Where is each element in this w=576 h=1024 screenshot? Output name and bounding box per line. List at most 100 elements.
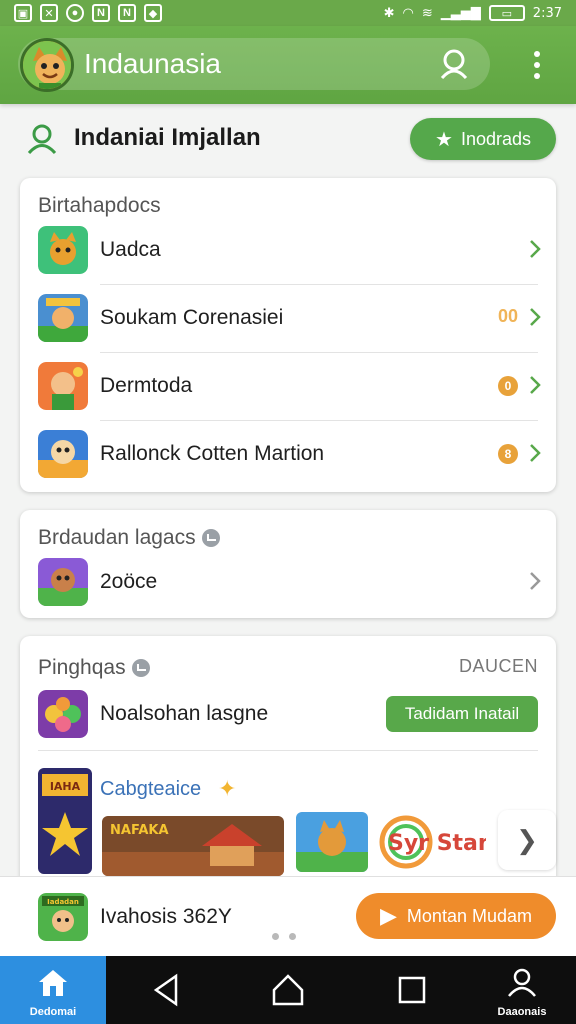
- item-label: Noalsohan lasgne: [100, 702, 269, 725]
- clock-icon: [201, 529, 220, 548]
- banner-text: NAFAKA: [110, 823, 169, 838]
- coin-badge: 0: [498, 376, 518, 396]
- card-title: Brdaudan lagacs: [38, 526, 220, 550]
- pagination-dots: [272, 933, 296, 940]
- promo-banner-tile[interactable]: NAFAKA: [102, 816, 284, 876]
- promo-poster-tile[interactable]: IAHA: [38, 768, 92, 874]
- circle-icon: ●: [66, 4, 84, 22]
- list-item[interactable]: 2oöce: [20, 548, 556, 616]
- status-left-icons: ▣ ✕ ● N N ◆: [14, 4, 162, 22]
- back-button[interactable]: [146, 970, 186, 1010]
- item-label: Dermtoda: [100, 374, 193, 397]
- play-button-label: Montan Mudam: [406, 905, 532, 926]
- n-icon: N: [118, 4, 136, 22]
- carousel-next-button[interactable]: ❯: [498, 810, 556, 870]
- games-card: Birtahapdocs Uadca Soukam Corenasiei 00: [20, 178, 556, 492]
- item-label: 2oöce: [100, 570, 158, 593]
- promo-character-tile[interactable]: [296, 812, 368, 872]
- upgrade-button[interactable]: ★ Inodrads: [410, 118, 556, 160]
- side-label: DAUCEN: [458, 656, 538, 676]
- more-dot-icon: [534, 51, 540, 57]
- user-search-icon: [440, 49, 468, 80]
- play-icon: ▶: [380, 903, 397, 928]
- bluetooth-icon: ✱: [383, 5, 395, 21]
- game-thumb-icon: [38, 690, 88, 738]
- n-icon: N: [92, 4, 110, 22]
- clock-icon: [131, 659, 150, 678]
- back-icon: [153, 973, 178, 1007]
- featured-card: Pinghqas DAUCEN Noalsohan lasgne Tadidam…: [20, 636, 556, 886]
- sparkle-icon: ✦: [218, 776, 237, 801]
- item-badge: 00: [497, 306, 518, 326]
- home-outline-icon: [272, 974, 304, 1006]
- image-icon: ◆: [144, 4, 162, 22]
- coin-badge: 8: [498, 444, 518, 464]
- promo-text: Syr Stan: [388, 831, 486, 856]
- promo-text-tile[interactable]: Syr Stan: [376, 812, 486, 872]
- game-thumb-icon: [38, 294, 88, 342]
- page-dot: [289, 933, 296, 940]
- app-title: Indaunasia: [84, 48, 222, 79]
- list-item[interactable]: Soukam Corenasiei 00: [20, 284, 556, 352]
- home-tab[interactable]: Dedomai: [0, 956, 106, 1024]
- status-time: 2:37: [532, 5, 562, 21]
- home-tab-label: Dedomai: [29, 1006, 77, 1018]
- x-icon: ✕: [40, 4, 58, 22]
- card-title: Pinghqas: [38, 656, 150, 680]
- user-icon: [26, 122, 58, 155]
- game-thumb-icon: [38, 362, 88, 410]
- signal-icon: ▁▃▅▇: [440, 5, 481, 21]
- chevron-right-icon: [530, 240, 541, 258]
- promo-label: Ivahosis 362Y: [100, 905, 232, 928]
- home-icon: [39, 970, 67, 996]
- square-icon: [398, 976, 426, 1004]
- app-bar: Indaunasia: [0, 26, 576, 104]
- promo-thumb-text: Iadadan: [47, 898, 79, 906]
- item-label: Rallonck Cotten Martion: [100, 442, 325, 465]
- page-title: Indaniai Imjallan: [74, 124, 261, 151]
- profile-tab-label: Daaonais: [497, 1006, 547, 1018]
- card-title-text: Brdaudan lagacs: [38, 526, 196, 549]
- wifi-icon: ≋: [421, 5, 433, 21]
- list-item[interactable]: Uadca: [20, 216, 556, 284]
- recents-button[interactable]: [392, 970, 432, 1010]
- chevron-right-icon: ❯: [516, 824, 538, 855]
- install-button[interactable]: Tadidam Inatail: [386, 696, 538, 732]
- chevron-right-icon: [530, 376, 541, 394]
- home-nav-button[interactable]: [268, 970, 308, 1010]
- play-button[interactable]: ▶ Montan Mudam: [356, 893, 556, 939]
- chevron-right-icon: [530, 444, 541, 462]
- star-icon: ★: [435, 128, 453, 151]
- item-label: Soukam Corenasiei: [100, 306, 284, 329]
- more-options-button[interactable]: [526, 48, 548, 82]
- battery-icon: ▭: [488, 5, 525, 21]
- profile-icon: [508, 968, 536, 997]
- status-bar: ▣ ✕ ● N N ◆ ✱ ◠ ≋ ▁▃▅▇ ▭ 2:37: [0, 0, 576, 26]
- game-thumb-icon: [38, 558, 88, 606]
- divider: [38, 750, 538, 751]
- search-button[interactable]: [436, 46, 472, 82]
- bottom-promo-bar: Iadadan Ivahosis 362Y ▶ Montan Mudam: [0, 876, 576, 956]
- list-item[interactable]: Rallonck Cotten Martion 8: [20, 420, 556, 488]
- screenshot-icon: ▣: [14, 4, 32, 22]
- list-item[interactable]: Dermtoda 0: [20, 352, 556, 420]
- promo-title: Cabgteaice: [100, 778, 202, 800]
- status-right-icons: ✱ ◠ ≋ ▁▃▅▇ ▭ 2:37: [384, 5, 562, 21]
- upgrade-label: Inodrads: [460, 128, 531, 149]
- item-label: Uadca: [100, 238, 161, 261]
- more-dot-icon: [534, 62, 540, 68]
- chevron-right-icon: [530, 308, 541, 326]
- game-thumb-icon: [38, 226, 88, 274]
- card-title: Birtahapdocs: [38, 194, 161, 217]
- page-dot: [272, 933, 279, 940]
- navigation-bar: Dedomai Daaonais: [0, 956, 576, 1024]
- poster-text: IAHA: [50, 780, 81, 793]
- wifi-icon: ◠: [402, 5, 414, 21]
- avatar[interactable]: [20, 38, 74, 92]
- game-thumb-icon[interactable]: Iadadan: [38, 893, 88, 941]
- profile-tab[interactable]: Daaonais: [486, 956, 558, 1024]
- recent-card: Brdaudan lagacs 2oöce: [20, 510, 556, 618]
- chevron-right-icon: [530, 572, 541, 590]
- more-dot-icon: [534, 73, 540, 79]
- card-title-text: Pinghqas: [38, 656, 126, 679]
